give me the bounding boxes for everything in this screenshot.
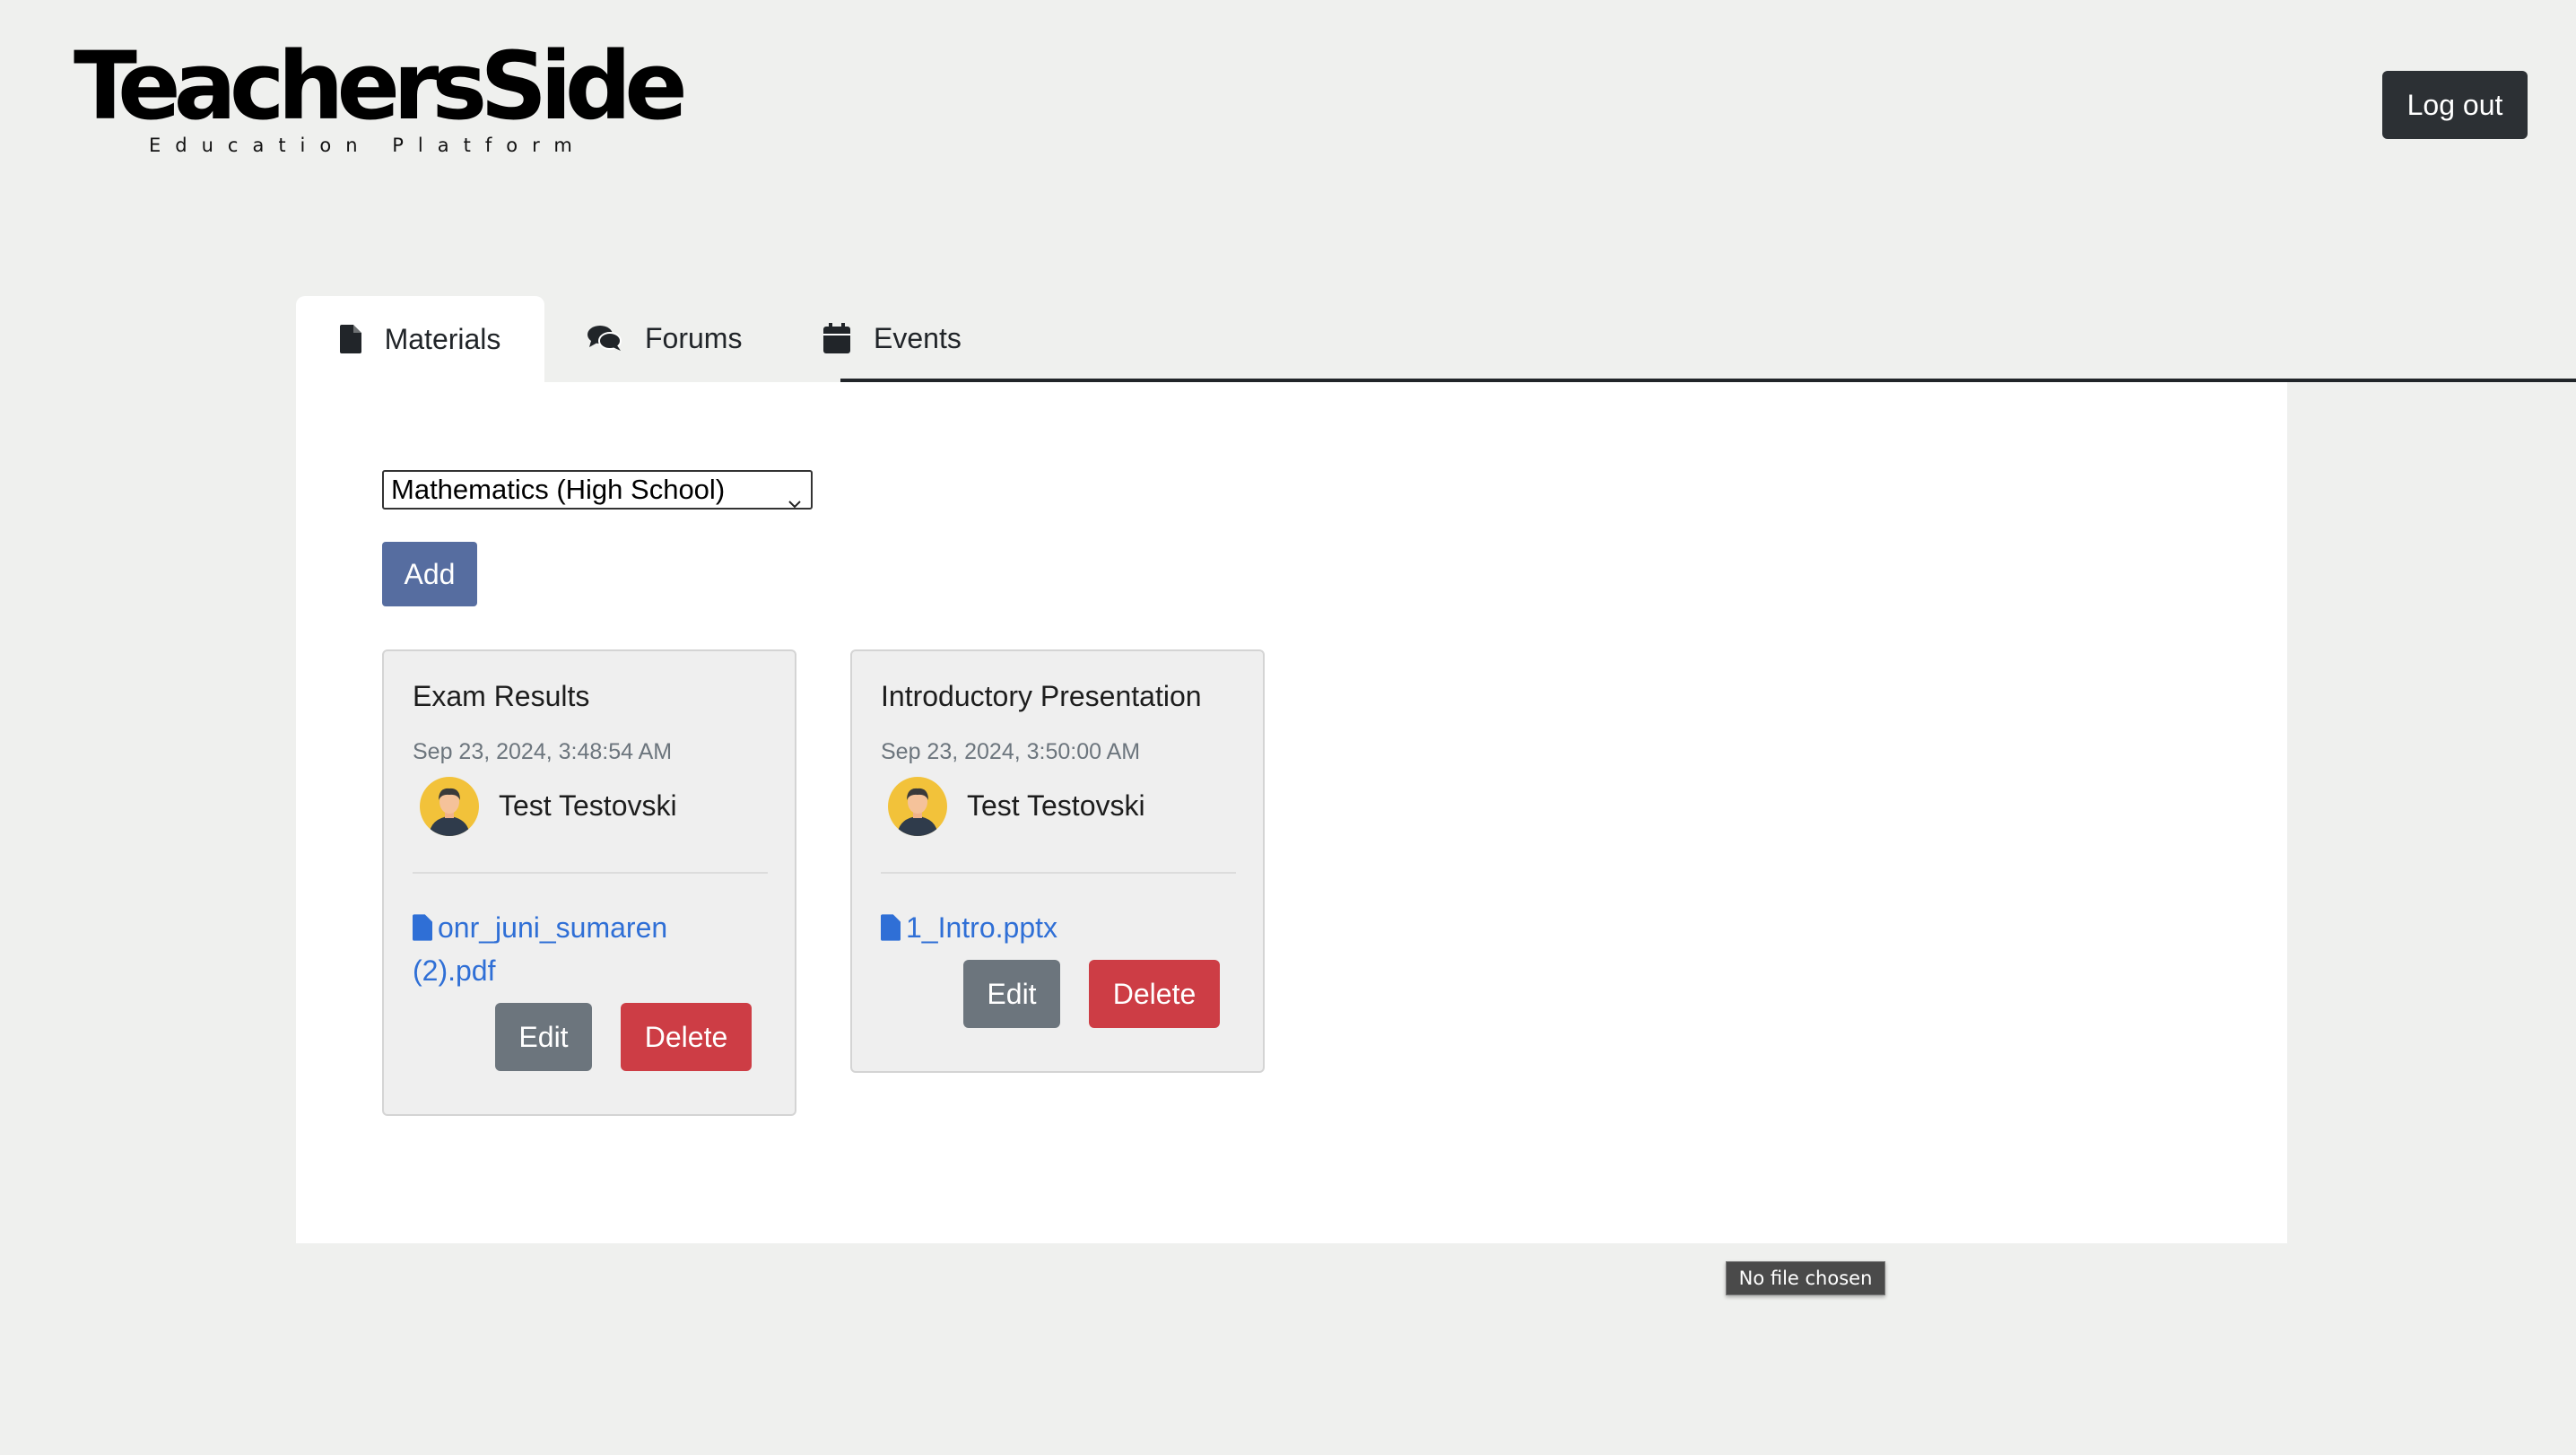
file-input-tooltip: No file chosen	[1726, 1261, 1885, 1295]
material-card: Exam Results Sep 23, 2024, 3:48:54 AM Te…	[382, 649, 796, 1116]
delete-button[interactable]: Delete	[1089, 960, 1220, 1028]
subject-select-value: Mathematics (High School)	[391, 474, 726, 505]
add-material-button[interactable]: Add	[382, 542, 477, 606]
card-title: Exam Results	[413, 680, 590, 712]
avatar	[420, 777, 479, 836]
divider	[413, 872, 768, 874]
logo: TeachersSide Education Platform	[74, 39, 688, 165]
tab-events[interactable]: Events	[823, 296, 962, 380]
divider	[881, 872, 1236, 874]
card-author: Test Testovski	[499, 789, 677, 822]
file-icon	[881, 914, 901, 941]
tab-forums-label: Forums	[645, 321, 743, 354]
tab-materials-label: Materials	[384, 322, 501, 355]
calendar-icon	[823, 323, 850, 353]
file-link-label: 1_Intro.pptx	[906, 911, 1057, 944]
tab-events-label: Events	[874, 321, 962, 354]
edit-button[interactable]: Edit	[495, 1003, 592, 1071]
materials-panel: Mathematics (High School) Add Exam Resul…	[296, 382, 2287, 1243]
material-card: Introductory Presentation Sep 23, 2024, …	[850, 649, 1265, 1073]
file-icon	[339, 325, 361, 353]
delete-button[interactable]: Delete	[621, 1003, 752, 1071]
file-link-label: onr_juni_sumaren (2).pdf	[413, 911, 668, 987]
comments-icon	[587, 324, 622, 353]
logo-subtitle: Education Platform	[149, 135, 587, 156]
subject-select[interactable]: Mathematics (High School)	[382, 470, 813, 510]
tab-materials[interactable]: Materials	[296, 296, 544, 382]
file-link[interactable]: onr_juni_sumaren (2).pdf	[413, 906, 753, 992]
chevron-down-icon	[788, 484, 802, 517]
tab-bar: Materials Forums Events	[296, 296, 2576, 382]
file-icon	[413, 914, 432, 941]
card-author: Test Testovski	[967, 789, 1145, 822]
tab-forums[interactable]: Forums	[587, 296, 742, 380]
avatar	[888, 777, 947, 836]
card-date: Sep 23, 2024, 3:48:54 AM	[413, 739, 673, 764]
edit-button[interactable]: Edit	[963, 960, 1060, 1028]
logout-button[interactable]: Log out	[2382, 71, 2528, 139]
card-date: Sep 23, 2024, 3:50:00 AM	[881, 739, 1141, 764]
card-title: Introductory Presentation	[881, 680, 1202, 712]
file-link[interactable]: 1_Intro.pptx	[881, 906, 1222, 949]
logo-title: TeachersSide	[74, 31, 688, 141]
